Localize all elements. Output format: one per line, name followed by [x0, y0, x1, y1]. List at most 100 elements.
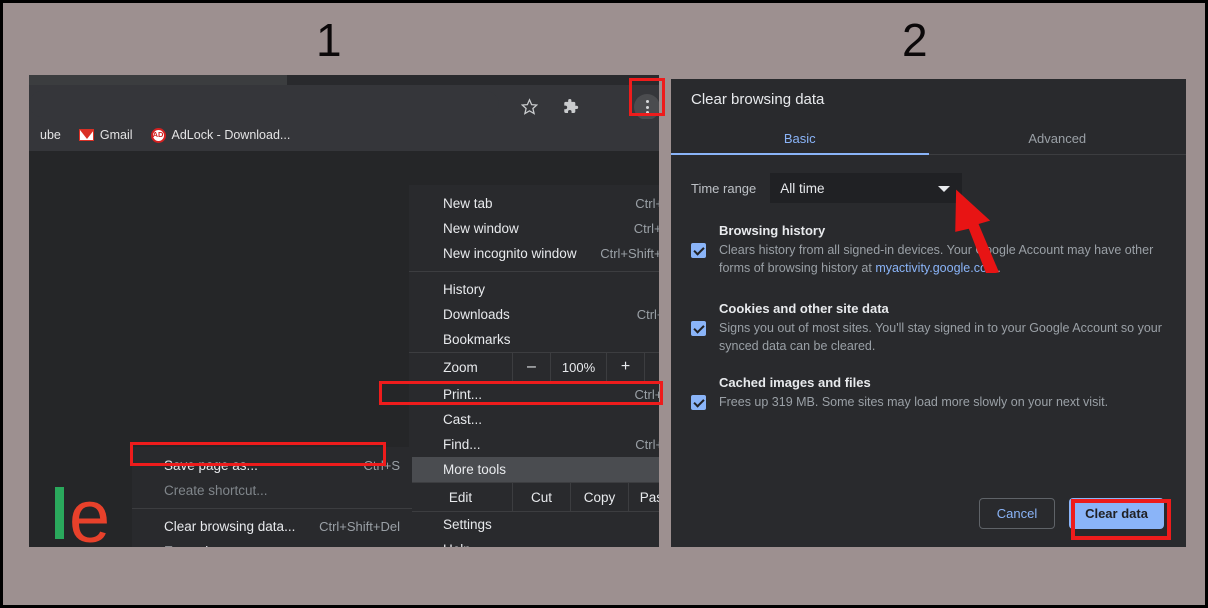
- bookmark-label: ube: [40, 128, 61, 142]
- bookmark-adlock[interactable]: AD AdLock - Download...: [142, 123, 300, 147]
- option-browsing-history[interactable]: Browsing history Clears history from all…: [691, 223, 1171, 277]
- zoom-out-button[interactable]: –: [513, 353, 551, 381]
- menu-item-settings[interactable]: Settings: [409, 512, 659, 537]
- submenu-item-save-page-as[interactable]: Save page as... Ctrl+S: [132, 453, 412, 478]
- menu-item-help[interactable]: Help: [409, 537, 659, 547]
- screenshot-root: 1 2 ube Gmail AD AdLock - Download... e …: [0, 0, 1208, 608]
- menu-item-label: Create shortcut...: [164, 483, 268, 498]
- option-title: Cached images and files: [719, 375, 871, 390]
- zoom-value: 100%: [551, 353, 607, 381]
- tab-basic[interactable]: Basic: [671, 123, 929, 155]
- bookmarks-bar: ube Gmail AD AdLock - Download...: [29, 119, 659, 151]
- menu-item-label: Extensions: [164, 544, 230, 547]
- myactivity-link[interactable]: myactivity.google.com: [875, 261, 997, 275]
- checkbox-browsing-history[interactable]: [691, 243, 706, 258]
- menu-item-shortcut: Ctrl+F: [635, 437, 659, 452]
- menu-item-shortcut: Ctrl+S: [363, 458, 400, 473]
- menu-item-label: More tools: [443, 462, 507, 477]
- step-number-1: 1: [316, 14, 342, 66]
- menu-item-label: New tab: [443, 196, 493, 211]
- submenu-item-extensions[interactable]: Extensions: [132, 539, 412, 547]
- option-title: Cookies and other site data: [719, 301, 889, 316]
- menu-item-label: Clear browsing data...: [164, 519, 296, 534]
- cut-button[interactable]: Cut: [513, 483, 571, 511]
- menu-item-shortcut: Ctrl+J: [636, 307, 659, 322]
- submenu-item-clear-browsing-data[interactable]: Clear browsing data... Ctrl+Shift+Del: [132, 514, 412, 539]
- menu-item-shortcut: Ctrl+T: [635, 196, 659, 211]
- chevron-down-icon: [938, 186, 951, 192]
- more-tools-submenu: Save page as... Ctrl+S Create shortcut..…: [132, 447, 412, 547]
- menu-item-label: Help: [443, 542, 471, 547]
- menu-item-label: Downloads: [443, 307, 510, 322]
- menu-item-label: New incognito window: [443, 246, 577, 261]
- menu-item-cast[interactable]: Cast...: [409, 407, 659, 432]
- menu-item-history[interactable]: History: [409, 277, 659, 302]
- menu-item-label: New window: [443, 221, 519, 236]
- time-range-select[interactable]: All time: [770, 173, 963, 203]
- checkbox-cookies[interactable]: [691, 321, 706, 336]
- bookmark-youtube[interactable]: ube: [31, 123, 70, 147]
- tab-advanced[interactable]: Advanced: [929, 123, 1187, 154]
- dialog-title: Clear browsing data: [691, 91, 825, 108]
- address-bar[interactable]: [29, 91, 499, 117]
- browser-toolbar: [29, 85, 659, 120]
- chrome-main-menu: New tab Ctrl+T New window Ctrl+N New inc…: [409, 185, 659, 547]
- step-number-2: 2: [902, 14, 928, 66]
- menu-dot: [645, 111, 649, 114]
- menu-item-label: Settings: [443, 517, 492, 532]
- edit-label: Edit: [409, 483, 513, 511]
- bookmark-gmail[interactable]: Gmail: [70, 123, 142, 147]
- clear-data-button[interactable]: Clear data: [1069, 498, 1164, 529]
- menu-item-shortcut: Ctrl+Shift+Del: [319, 519, 400, 534]
- menu-item-new-window[interactable]: New window Ctrl+N: [409, 216, 659, 241]
- zoom-label: Zoom: [409, 353, 513, 381]
- menu-item-label: Print...: [443, 387, 483, 402]
- edit-row: Edit Cut Copy Paste: [409, 482, 659, 512]
- option-cookies-and-site-data[interactable]: Cookies and other site data Signs you ou…: [691, 301, 1171, 355]
- time-range-row: Time range All time: [671, 171, 1186, 205]
- menu-item-label: Find...: [443, 437, 481, 452]
- time-range-value: All time: [780, 180, 825, 196]
- menu-item-label: Save page as...: [164, 458, 258, 473]
- menu-item-shortcut: Ctrl+P: [634, 387, 659, 402]
- google-logo-letter-l: [55, 487, 64, 539]
- copy-button[interactable]: Copy: [571, 483, 629, 511]
- time-range-label: Time range: [691, 180, 757, 196]
- checkbox-cached-images[interactable]: [691, 395, 706, 410]
- menu-item-downloads[interactable]: Downloads Ctrl+J: [409, 302, 659, 327]
- fullscreen-button[interactable]: [645, 353, 659, 381]
- option-description: Clears history from all signed-in device…: [719, 241, 1171, 277]
- puzzle-piece-icon[interactable]: [559, 95, 581, 117]
- submenu-item-create-shortcut: Create shortcut...: [132, 478, 412, 503]
- menu-item-shortcut: Ctrl+N: [633, 221, 659, 236]
- menu-item-more-tools[interactable]: More tools: [409, 457, 659, 482]
- menu-item-bookmarks[interactable]: Bookmarks: [409, 327, 659, 352]
- menu-dot: [645, 105, 649, 109]
- tab-strip: [29, 75, 287, 85]
- option-cached-images-and-files[interactable]: Cached images and files Frees up 319 MB.…: [691, 375, 1171, 411]
- bookmark-label: Gmail: [99, 128, 133, 142]
- option-desc-tail: .: [997, 261, 1001, 276]
- menu-item-label: Bookmarks: [443, 332, 511, 347]
- menu-item-print[interactable]: Print... Ctrl+P: [409, 382, 659, 407]
- bookmark-label: AdLock - Download...: [171, 128, 291, 142]
- option-description: Frees up 319 MB. Some sites may load mor…: [719, 395, 1109, 409]
- paste-button[interactable]: Paste: [629, 483, 659, 511]
- chrome-browser-window: ube Gmail AD AdLock - Download... e New …: [29, 75, 659, 547]
- fullscreen-icon: [658, 360, 659, 374]
- menu-divider: [132, 508, 412, 509]
- zoom-in-button[interactable]: +: [607, 353, 645, 381]
- menu-item-find[interactable]: Find... Ctrl+F: [409, 432, 659, 457]
- cancel-button[interactable]: Cancel: [979, 498, 1055, 529]
- google-logo-letter-e: e: [69, 475, 111, 547]
- dialog-tabs: Basic Advanced: [671, 123, 1186, 155]
- adlock-icon: AD: [150, 127, 166, 143]
- clear-browsing-data-dialog: Clear browsing data Basic Advanced Time …: [671, 79, 1186, 547]
- gmail-icon: [78, 129, 94, 141]
- star-icon[interactable]: [518, 95, 540, 117]
- option-description: Signs you out of most sites. You'll stay…: [719, 321, 1162, 354]
- three-dot-menu-icon[interactable]: [634, 94, 659, 120]
- menu-item-new-tab[interactable]: New tab Ctrl+T: [409, 191, 659, 216]
- menu-item-new-incognito-window[interactable]: New incognito window Ctrl+Shift+N: [409, 241, 659, 266]
- menu-divider: [409, 271, 659, 272]
